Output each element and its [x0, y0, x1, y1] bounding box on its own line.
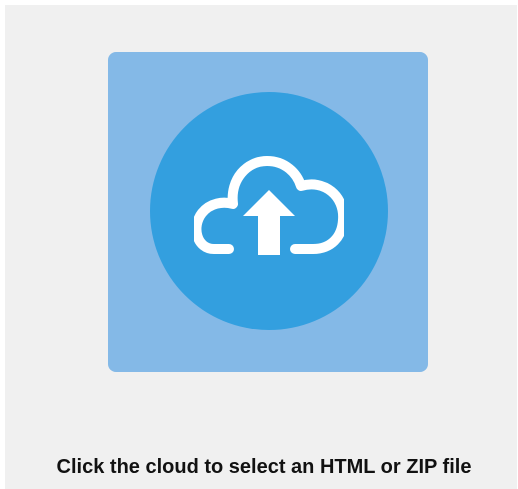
- cloud-upload-icon[interactable]: [194, 134, 344, 284]
- upload-instruction: Click the cloud to select an HTML or ZIP…: [56, 456, 472, 478]
- upload-panel: Click the cloud to select an HTML or ZIP…: [5, 5, 517, 489]
- upload-button[interactable]: [150, 92, 388, 330]
- upload-drop-zone[interactable]: [108, 52, 428, 372]
